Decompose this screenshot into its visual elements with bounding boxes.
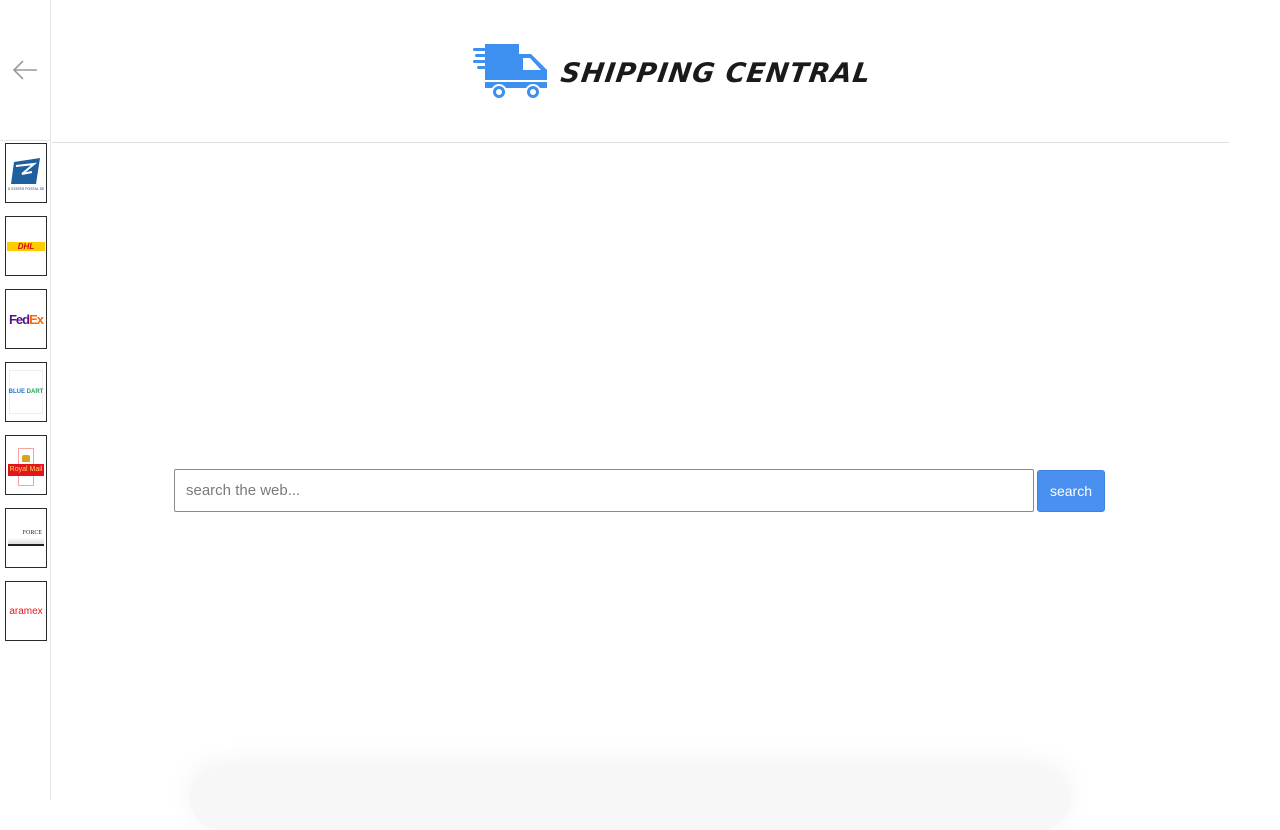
app-title: SHIPPING CENTRAL [558,57,874,89]
aramex-label: aramex [9,605,43,617]
usps-label: UNITED STATES POSTAL SERVICE [8,187,44,191]
delivery-truck-icon [473,44,547,100]
carrier-dhl[interactable]: DHL [5,216,47,276]
fedex-label-fed: Fed [8,311,30,327]
logo[interactable]: SHIPPING CENTRAL [473,44,874,102]
search-input[interactable] [174,469,1034,512]
carrier-aramex[interactable]: aramex [5,581,47,641]
aramex-logo-icon: aramex [9,606,42,617]
carrier-royalmail[interactable]: Royal Mail [5,435,47,495]
bluedart-label-blue: BLUE [8,389,25,395]
courier-label: FORCE [22,530,42,536]
courier-logo-icon: FORCE [8,530,44,546]
back-button[interactable] [10,56,40,84]
sidebar: UNITED STATES POSTAL SERVICE DHL FedEx B… [0,0,51,800]
carrier-courier[interactable]: FORCE [5,508,47,568]
carrier-usps[interactable]: UNITED STATES POSTAL SERVICE [5,143,47,203]
arrow-left-icon [12,60,37,80]
bottom-panel-shadow [190,770,1070,830]
header: SHIPPING CENTRAL [52,0,1229,143]
fedex-logo-icon: FedEx [8,311,44,327]
bluedart-label-dart: DART [26,389,44,395]
search-bar: search [174,469,1105,512]
fedex-label-ex: Ex [29,311,44,327]
carrier-fedex[interactable]: FedEx [5,289,47,349]
search-button[interactable]: search [1037,469,1105,512]
usps-logo-icon: UNITED STATES POSTAL SERVICE [8,158,44,191]
bluedart-logo-icon: BLUE DART [9,370,43,414]
royalmail-logo-icon: Royal Mail [7,442,45,488]
royalmail-label: Royal Mail [9,466,43,473]
crown-icon [22,454,30,462]
carrier-bluedart[interactable]: BLUE DART [5,362,47,422]
sidebar-divider [0,140,51,141]
dhl-label: DHL [17,241,35,251]
dhl-logo-icon: DHL [7,241,45,251]
